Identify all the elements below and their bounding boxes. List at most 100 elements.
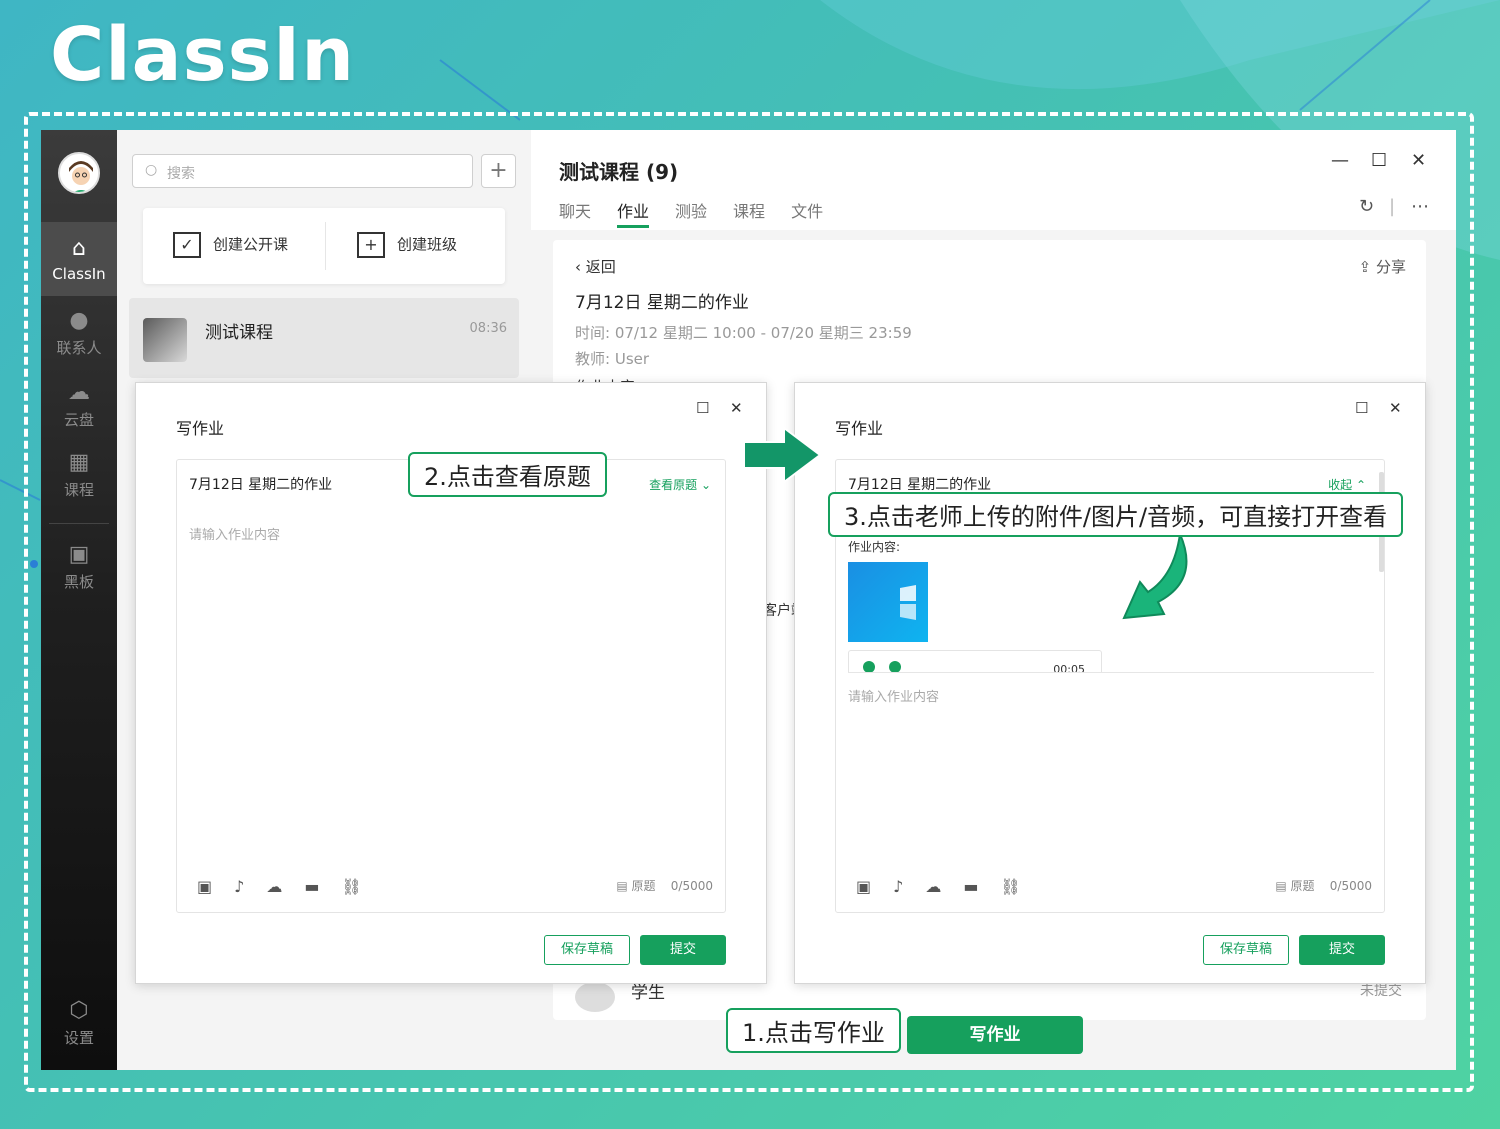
close-icon[interactable]: ✕ (730, 399, 743, 417)
plus-box-icon: + (357, 232, 385, 258)
microphone-icon[interactable]: ♪ (893, 877, 903, 896)
maximize-icon[interactable]: ☐ (1355, 399, 1368, 417)
view-original-label: 查看原题 (649, 478, 698, 492)
image-icon[interactable]: ▣ (197, 877, 212, 896)
calendar-icon: ▦ (68, 450, 90, 475)
sidebar-item-settings[interactable]: ⬡ 设置 (41, 998, 117, 1048)
homework-editor[interactable]: 7月12日 星期二的作业 查看原题 ⌄ 请输入作业内容 ▣ ♪ ☁ ▬ ⛓ ▤ 原题 0… (176, 459, 726, 913)
write-homework-button[interactable]: 写作业 (907, 1016, 1083, 1054)
chevron-up-icon: ⌃ (1352, 478, 1366, 492)
create-public-class-button[interactable]: ✓ 创建公开课 (173, 232, 288, 258)
search-icon: ○ (145, 162, 158, 178)
search-input[interactable]: ○ 搜索 (132, 154, 473, 188)
dialog-title: 写作业 (835, 419, 884, 438)
folder-icon[interactable]: ▬ (304, 877, 319, 896)
sidebar-item-label: 云盘 (63, 411, 94, 429)
share-button[interactable]: ⇪ 分享 (1359, 256, 1406, 277)
link-icon[interactable]: ⛓ (1000, 877, 1020, 896)
submit-button[interactable]: 提交 (1299, 935, 1385, 965)
editor-homework-title: 7月12日 星期二的作业 (189, 477, 333, 493)
list-item[interactable]: 测试课程 08:36 (129, 298, 519, 378)
save-draft-button[interactable]: 保存草稿 (544, 935, 630, 965)
action-divider: | (1389, 196, 1396, 217)
search-placeholder: 搜索 (167, 166, 195, 182)
close-icon[interactable]: ✕ (1411, 150, 1426, 171)
sidebar-item-label: 设置 (63, 1029, 94, 1047)
homework-time: 时间: 07/12 星期二 10:00 - 07/20 星期三 23:59 (575, 322, 912, 343)
original-and-counter: ▤ 原题 0/5000 (1275, 877, 1372, 894)
teacher-label: 教师: (575, 350, 611, 368)
submit-button[interactable]: 提交 (640, 935, 726, 965)
original-label[interactable]: 原题 (1291, 879, 1315, 893)
step1-callout: 1.点击写作业 (726, 1008, 901, 1053)
cloud-icon: ☁ (68, 380, 90, 405)
panel-header: 测试课程 (9) 聊天 作业 测验 课程 文件 — ☐ ✕ ↻ | ⋯ (531, 130, 1456, 230)
sidebar-item-cloud[interactable]: ☁ 云盘 (41, 380, 117, 430)
classin-logo: ClassIn (50, 12, 355, 98)
avatar[interactable] (58, 152, 100, 194)
create-divider (325, 222, 326, 270)
document-icon: ▤ (1275, 879, 1291, 893)
document-icon: ▤ (616, 879, 632, 893)
sidebar-item-label: 课程 (63, 481, 94, 499)
refresh-icon[interactable]: ↻ (1359, 196, 1374, 217)
tab-files[interactable]: 文件 (791, 198, 823, 225)
create-card: ✓ 创建公开课 + 创建班级 (143, 208, 505, 284)
plus-icon: + (489, 158, 508, 183)
step3-callout: 3.点击老师上传的附件/图片/音频，可直接打开查看 (828, 492, 1404, 537)
editor-toolbar: ▣ ♪ ☁ ▬ ⛓ (856, 877, 1043, 896)
tab-quiz[interactable]: 测验 (675, 198, 707, 225)
tab-homework[interactable]: 作业 (617, 198, 650, 228)
save-draft-button[interactable]: 保存草稿 (1203, 935, 1289, 965)
editor-homework-title: 7月12日 星期二的作业 (848, 477, 992, 493)
dialog-title: 写作业 (176, 419, 225, 438)
view-original-button[interactable]: 查看原题 ⌄ (649, 476, 711, 493)
maximize-icon[interactable]: ☐ (1371, 150, 1387, 171)
more-icon[interactable]: ⋯ (1411, 196, 1429, 217)
char-counter: 0/5000 (670, 879, 713, 893)
course-time: 08:36 (469, 321, 507, 336)
app-window: ⌂ ClassIn ● 联系人 ☁ 云盘 ▦ 课程 ▣ 黑板 ⬡ 设置 ○ 搜索… (41, 130, 1456, 1070)
curved-arrow-icon (1122, 530, 1188, 620)
create-class-label: 创建班级 (397, 235, 458, 254)
attachment-image[interactable] (848, 562, 928, 642)
image-icon[interactable]: ▣ (856, 877, 871, 896)
back-button[interactable]: ‹ 返回 (575, 256, 616, 277)
share-icon: ⇪ (1358, 258, 1376, 276)
page-title: 测试课程 (9) (559, 160, 679, 184)
audio-attachment[interactable]: 00:05 (848, 650, 1102, 676)
course-name: 测试课程 (205, 323, 273, 343)
windows-logo-icon (900, 585, 916, 620)
content-placeholder: 请输入作业内容 (848, 690, 940, 705)
link-icon[interactable]: ⛓ (341, 877, 361, 896)
sidebar-item-home[interactable]: ⌂ ClassIn (41, 236, 117, 283)
original-and-counter: ▤ 原题 0/5000 (616, 877, 713, 894)
checkbox-icon: ✓ (173, 232, 201, 258)
minimize-icon[interactable]: — (1331, 150, 1349, 171)
home-icon: ⌂ (72, 236, 86, 261)
tab-chat[interactable]: 聊天 (559, 198, 591, 225)
sidebar-item-courses[interactable]: ▦ 课程 (41, 450, 117, 500)
folder-icon[interactable]: ▬ (963, 877, 978, 896)
cloud-icon[interactable]: ☁ (266, 877, 282, 896)
tab-bar: 聊天 作业 测验 课程 文件 (559, 198, 849, 228)
close-icon[interactable]: ✕ (1389, 399, 1402, 417)
collapse-button[interactable]: 收起 ⌃ (1328, 476, 1366, 493)
sidebar-item-contacts[interactable]: ● 联系人 (41, 308, 117, 358)
sidebar-item-label: 黑板 (63, 573, 94, 591)
char-counter: 0/5000 (1329, 879, 1372, 893)
sidebar-item-blackboard[interactable]: ▣ 黑板 (41, 542, 117, 592)
original-label[interactable]: 原题 (632, 879, 656, 893)
course-thumbnail (143, 318, 187, 362)
chevron-left-icon: ‹ (575, 258, 586, 276)
microphone-icon[interactable]: ♪ (234, 877, 244, 896)
sidebar-item-label: ClassIn (52, 265, 106, 283)
settings-icon: ⬡ (69, 998, 89, 1023)
add-button[interactable]: + (481, 154, 516, 188)
tab-lessons[interactable]: 课程 (733, 198, 765, 225)
content-label: 作业内容: (848, 540, 901, 554)
create-class-button[interactable]: + 创建班级 (357, 232, 457, 258)
sidebar-divider (49, 523, 109, 524)
maximize-icon[interactable]: ☐ (696, 399, 709, 417)
cloud-icon[interactable]: ☁ (925, 877, 941, 896)
